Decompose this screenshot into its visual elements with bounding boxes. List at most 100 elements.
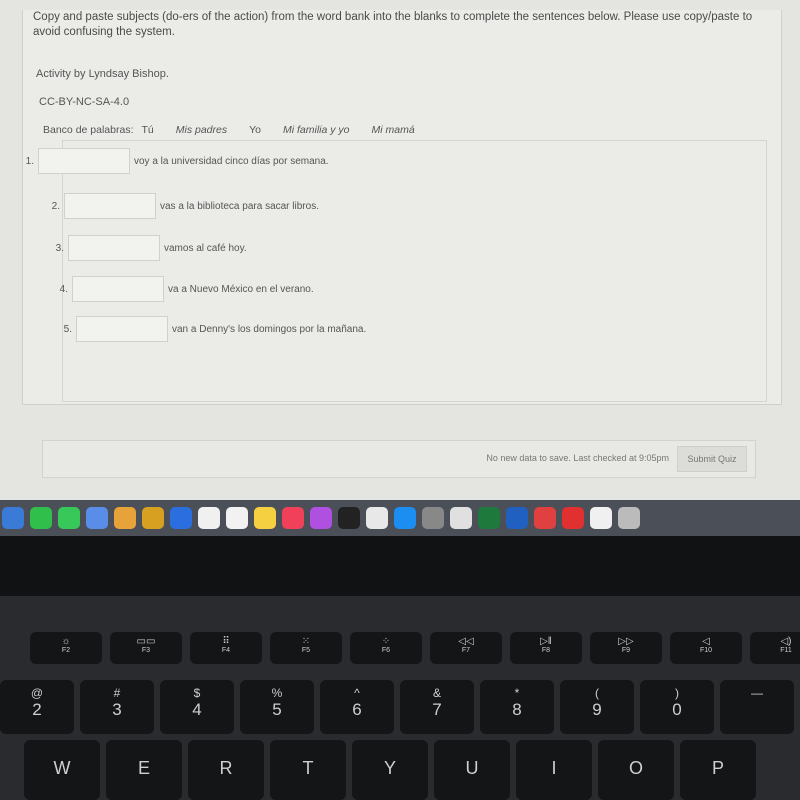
key-label: F11 — [780, 647, 792, 654]
key-shift-symbol: & — [432, 686, 441, 700]
dock-app-icon[interactable] — [534, 507, 556, 529]
mute-icon: ◁ — [702, 636, 710, 647]
dock-app-icon[interactable] — [142, 507, 164, 529]
key-5[interactable]: % 5 — [240, 680, 314, 734]
key-e[interactable]: E — [106, 740, 182, 800]
dock-app-icon[interactable] — [310, 507, 332, 529]
key-shift-symbol: * — [514, 686, 520, 700]
key-2[interactable]: @2 — [0, 680, 74, 734]
dock-app-icon[interactable] — [478, 507, 500, 529]
play-pause-icon: ▷‖ — [540, 636, 552, 647]
key-minus[interactable]: — — [720, 680, 794, 734]
dock-app-icon[interactable] — [562, 507, 584, 529]
key-f5[interactable]: ⁙ F5 — [270, 632, 342, 664]
key-f10[interactable]: ◁ F10 — [670, 632, 742, 664]
laptop-bezel — [0, 536, 800, 596]
key-f2[interactable]: ☼ F2 — [30, 632, 102, 664]
key-label: F10 — [699, 647, 713, 654]
key-0[interactable]: ) 0 — [640, 680, 714, 734]
dock-app-icon[interactable] — [590, 507, 612, 529]
key-f4[interactable]: ⠿ F4 — [190, 632, 262, 664]
dock-app-icon[interactable] — [338, 507, 360, 529]
answer-input-1[interactable] — [38, 148, 130, 174]
dock-app-icon[interactable] — [366, 507, 388, 529]
question-2: 2. vas a la biblioteca para sacar libros. — [42, 193, 319, 219]
instructions: Copy and paste subjects (do-ers of the a… — [33, 11, 753, 38]
dock-app-icon[interactable] — [198, 507, 220, 529]
question-text: vas a la biblioteca para sacar libros. — [160, 200, 319, 212]
key-4[interactable]: $4 — [160, 680, 234, 734]
dock-app-icon[interactable] — [282, 507, 304, 529]
dock-app-icon[interactable] — [450, 507, 472, 529]
question-3: 3. vamos al café hoy. — [46, 235, 247, 261]
key-shift-symbol: ) — [675, 686, 679, 700]
answer-input-4[interactable] — [72, 276, 164, 302]
key-y[interactable]: Y — [352, 740, 428, 800]
dock-app-icon[interactable] — [394, 507, 416, 529]
key-label: F4 — [221, 647, 231, 654]
dock-app-icon[interactable] — [86, 507, 108, 529]
key-label: F3 — [141, 647, 151, 654]
key-6[interactable]: ^ 6 — [320, 680, 394, 734]
key-label: 6 — [352, 700, 362, 719]
question-number: 1. — [25, 155, 34, 167]
question-5: 5. van a Denny's los domingos por la maña… — [54, 316, 366, 342]
answer-input-5[interactable] — [76, 316, 168, 342]
question-number: 5. — [63, 323, 72, 335]
key-9[interactable]: (9 — [560, 680, 634, 734]
key-label: F8 — [541, 647, 551, 654]
question-text: voy a la universidad cinco días por sema… — [134, 155, 329, 167]
key-f9[interactable]: ▷▷ F9 — [590, 632, 662, 664]
key-label: F5 — [301, 647, 311, 654]
key-f3[interactable]: ▭▭ F3 — [110, 632, 182, 664]
dock-app-icon[interactable] — [506, 507, 528, 529]
key-t[interactable]: T — [270, 740, 346, 800]
key-shift-symbol: ( — [595, 686, 599, 700]
key-3[interactable]: #3 — [80, 680, 154, 734]
dock-app-icon[interactable] — [58, 507, 80, 529]
question-text: vamos al café hoy. — [164, 242, 247, 254]
key-label: F9 — [621, 647, 631, 654]
key-shift-symbol: @ — [30, 686, 44, 700]
answer-input-3[interactable] — [68, 235, 160, 261]
key-8[interactable]: * 8 — [480, 680, 554, 734]
key-f6[interactable]: ⁘ F6 — [350, 632, 422, 664]
brightness-up-icon: ☼ — [61, 636, 71, 647]
dock-app-icon[interactable] — [2, 507, 24, 529]
key-label: 8 — [512, 700, 522, 719]
key-r[interactable]: R — [188, 740, 264, 800]
question-1: 1. voy a la universidad cinco días por se… — [16, 148, 329, 174]
dock — [0, 500, 800, 536]
key-w[interactable]: W — [24, 740, 100, 800]
key-f11[interactable]: ◁) F11 — [750, 632, 800, 664]
key-label: 0 — [672, 700, 682, 719]
word-bank-item: Mis padres — [175, 124, 228, 136]
key-u[interactable]: U — [434, 740, 510, 800]
dock-app-icon[interactable] — [254, 507, 276, 529]
word-bank-item: Yo — [249, 124, 261, 136]
key-f8[interactable]: ▷‖ F8 — [510, 632, 582, 664]
dock-app-icon[interactable] — [618, 507, 640, 529]
question-4: 4. va a Nuevo México en el verano. — [50, 276, 314, 302]
dock-app-icon[interactable] — [170, 507, 192, 529]
dock-app-icon[interactable] — [30, 507, 52, 529]
key-label: 4 — [192, 700, 202, 719]
rewind-icon: ◁◁ — [458, 636, 474, 647]
key-p[interactable]: P — [680, 740, 756, 800]
browser-screen: Copy and paste subjects (do-ers of the a… — [0, 0, 800, 500]
key-o[interactable]: O — [598, 740, 674, 800]
submit-quiz-button[interactable]: Submit Quiz — [677, 446, 747, 472]
fast-forward-icon: ▷▷ — [618, 636, 634, 647]
answer-input-2[interactable] — [64, 193, 156, 219]
dock-app-icon[interactable] — [114, 507, 136, 529]
word-bank-item: Tú — [141, 124, 154, 136]
license: CC-BY-NC-SA-4.0 — [39, 96, 130, 108]
dock-app-icon[interactable] — [422, 507, 444, 529]
key-label: 9 — [592, 700, 602, 719]
key-f7[interactable]: ◁◁ F7 — [430, 632, 502, 664]
key-7[interactable]: & 7 — [400, 680, 474, 734]
word-bank-item: Mi familia y yo — [283, 124, 350, 136]
dock-app-icon[interactable] — [226, 507, 248, 529]
question-number: 4. — [59, 283, 68, 295]
key-i[interactable]: I — [516, 740, 592, 800]
